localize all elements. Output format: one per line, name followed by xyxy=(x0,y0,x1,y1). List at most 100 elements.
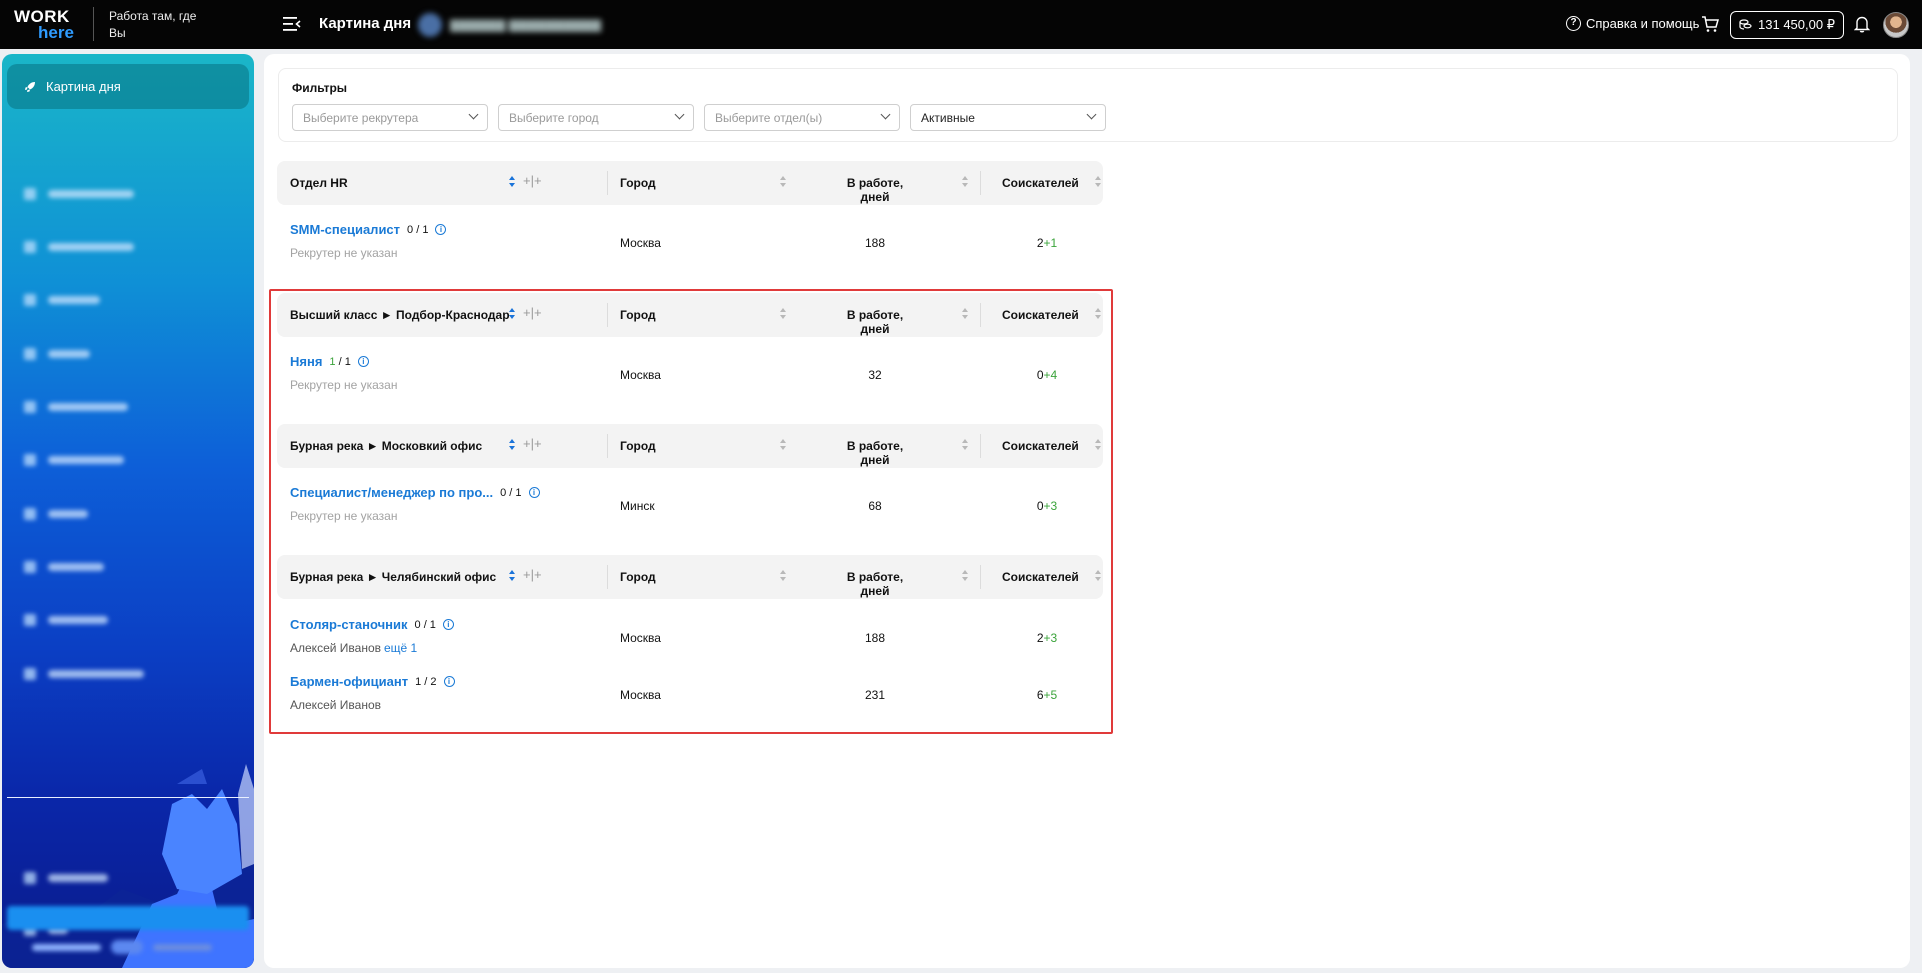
group-header: Бурная река ► Московкий офис +|+ Город В… xyxy=(277,424,1103,468)
status-select[interactable]: Активные xyxy=(910,104,1106,131)
sort-icon[interactable] xyxy=(779,307,787,321)
column-city[interactable]: Город xyxy=(620,176,656,190)
sidebar-item-day-overview[interactable]: Картина дня xyxy=(7,64,249,109)
city-select[interactable]: Выберите город xyxy=(498,104,694,131)
table-row[interactable]: Бармен-официант 1 / 2 i Алексей Иванов Мос… xyxy=(277,666,1103,722)
sort-icon[interactable] xyxy=(961,175,969,189)
sidebar-item-2[interactable] xyxy=(24,239,134,255)
company-name-blurred: ▇▇▇▇▇▇ ▇▇▇▇▇▇▇▇▇▇ xyxy=(450,18,601,32)
sort-icon[interactable] xyxy=(1094,569,1102,583)
sidebar-item-3[interactable] xyxy=(24,292,100,308)
info-icon[interactable]: i xyxy=(528,487,540,498)
info-icon[interactable]: i xyxy=(442,619,454,630)
recruiter-name: Алексей Иванов xyxy=(290,698,381,712)
vacancy-title[interactable]: SMM-специалист xyxy=(290,222,400,237)
sidebar-item-11[interactable] xyxy=(24,870,108,886)
info-icon[interactable]: i xyxy=(435,224,447,235)
chevron-down-icon xyxy=(880,109,891,120)
vacancy-title[interactable]: Бармен-официант xyxy=(290,674,408,689)
column-candidates[interactable]: Соискателей xyxy=(1002,308,1079,322)
column-days[interactable]: В работе, дней xyxy=(835,570,915,598)
sort-icon[interactable] xyxy=(508,175,516,189)
column-city[interactable]: Город xyxy=(620,570,656,584)
vacancy-title[interactable]: Столяр-станочник xyxy=(290,617,408,632)
recruiter-name: Рекрутер не указан xyxy=(290,509,398,523)
recruiter-name: Рекрутер не указан xyxy=(290,378,398,392)
recruiter-select-placeholder: Выберите рекрутера xyxy=(303,111,419,125)
filters-label: Фильтры xyxy=(292,81,348,95)
sort-icon[interactable] xyxy=(508,569,516,583)
logo[interactable]: WORK here xyxy=(14,8,78,42)
table-row[interactable]: Специалист/менеджер по про... 0 / 1 i Рекр… xyxy=(277,477,1103,533)
sort-icon[interactable] xyxy=(961,438,969,452)
more-recruiters-link[interactable]: ещё 1 xyxy=(384,641,417,655)
row-candidates[interactable]: 2+1 xyxy=(1017,236,1077,250)
page-title: Картина дня xyxy=(319,15,412,32)
info-icon[interactable]: i xyxy=(357,356,369,367)
row-candidates[interactable]: 6+5 xyxy=(1017,688,1077,702)
column-candidates[interactable]: Соискателей xyxy=(1002,439,1079,453)
logo-divider xyxy=(93,7,94,41)
sidebar-item-8[interactable] xyxy=(24,559,104,575)
sidebar-item-9[interactable] xyxy=(24,612,108,628)
sort-icon[interactable] xyxy=(1094,307,1102,321)
top-bar: WORK here Работа там, где Вы Картина дня… xyxy=(0,0,1922,49)
sidebar-item-10[interactable] xyxy=(24,666,144,682)
row-candidates[interactable]: 2+3 xyxy=(1017,631,1077,645)
recruiter-name: Рекрутер не указан xyxy=(290,246,398,260)
user-avatar[interactable] xyxy=(1883,12,1909,38)
vacancy-title[interactable]: Няня xyxy=(290,354,322,369)
cart-icon[interactable] xyxy=(1701,15,1719,33)
balance-button[interactable]: 131 450,00 ₽ xyxy=(1730,11,1844,39)
drag-handle-icon[interactable]: +|+ xyxy=(523,436,542,451)
sidebar: Картина дня xyxy=(2,54,254,968)
column-city[interactable]: Город xyxy=(620,308,656,322)
recruiter-name: Алексей Иванов ещё 1 xyxy=(290,641,418,655)
column-candidates[interactable]: Соискателей xyxy=(1002,570,1079,584)
department-select[interactable]: Выберите отдел(ы) xyxy=(704,104,900,131)
table-row[interactable]: Столяр-станочник 0 / 1 i Алексей Иванов ещё… xyxy=(277,609,1103,665)
sort-icon[interactable] xyxy=(779,438,787,452)
row-days: 32 xyxy=(868,368,882,382)
menu-collapse-icon[interactable] xyxy=(283,16,301,32)
sidebar-item-4[interactable] xyxy=(24,346,90,362)
bell-icon[interactable] xyxy=(1854,15,1870,33)
sort-icon[interactable] xyxy=(961,307,969,321)
sort-icon[interactable] xyxy=(1094,175,1102,189)
help-link[interactable]: ? Справка и помощь xyxy=(1566,16,1699,31)
table-row[interactable]: Няня 1 / 1i Рекрутер не указан Москва 32 … xyxy=(277,346,1103,402)
sidebar-item-5[interactable] xyxy=(24,399,128,415)
main-panel: Фильтры Выберите рекрутера Выберите горо… xyxy=(264,54,1910,968)
theme-toggle[interactable] xyxy=(32,940,213,954)
department-select-placeholder: Выберите отдел(ы) xyxy=(715,111,823,125)
table-row[interactable]: SMM-специалист 0 / 1i Рекрутер не указан … xyxy=(277,214,1103,270)
sort-icon[interactable] xyxy=(508,307,516,321)
telegram-button[interactable] xyxy=(7,906,249,930)
row-candidates[interactable]: 0+3 xyxy=(1017,499,1077,513)
drag-handle-icon[interactable]: +|+ xyxy=(523,173,542,188)
drag-handle-icon[interactable]: +|+ xyxy=(523,305,542,320)
column-days[interactable]: В работе, дней xyxy=(835,308,915,336)
sort-icon[interactable] xyxy=(779,569,787,583)
sort-icon[interactable] xyxy=(779,175,787,189)
filters-panel: Фильтры Выберите рекрутера Выберите горо… xyxy=(278,68,1898,142)
column-days[interactable]: В работе, дней xyxy=(835,176,915,204)
column-city[interactable]: Город xyxy=(620,439,656,453)
vacancy-title[interactable]: Специалист/менеджер по про... xyxy=(290,485,493,500)
vacancy-count: 1 / 1 xyxy=(329,355,351,368)
sort-icon[interactable] xyxy=(961,569,969,583)
sidebar-item-7[interactable] xyxy=(24,506,88,522)
recruiter-select[interactable]: Выберите рекрутера xyxy=(292,104,488,131)
row-candidates[interactable]: 0+4 xyxy=(1017,368,1077,382)
info-icon[interactable]: i xyxy=(443,676,455,687)
column-days[interactable]: В работе, дней xyxy=(835,439,915,467)
sort-icon[interactable] xyxy=(508,438,516,452)
row-city: Москва xyxy=(620,368,661,382)
company-selector[interactable]: ▇▇▇▇▇▇ ▇▇▇▇▇▇▇▇▇▇ xyxy=(418,13,601,37)
drag-handle-icon[interactable]: +|+ xyxy=(523,567,542,582)
sidebar-item-6[interactable] xyxy=(24,452,124,468)
row-days: 231 xyxy=(864,688,886,702)
sidebar-item-1[interactable] xyxy=(24,186,134,202)
column-candidates[interactable]: Соискателей xyxy=(1002,176,1079,190)
sort-icon[interactable] xyxy=(1094,438,1102,452)
